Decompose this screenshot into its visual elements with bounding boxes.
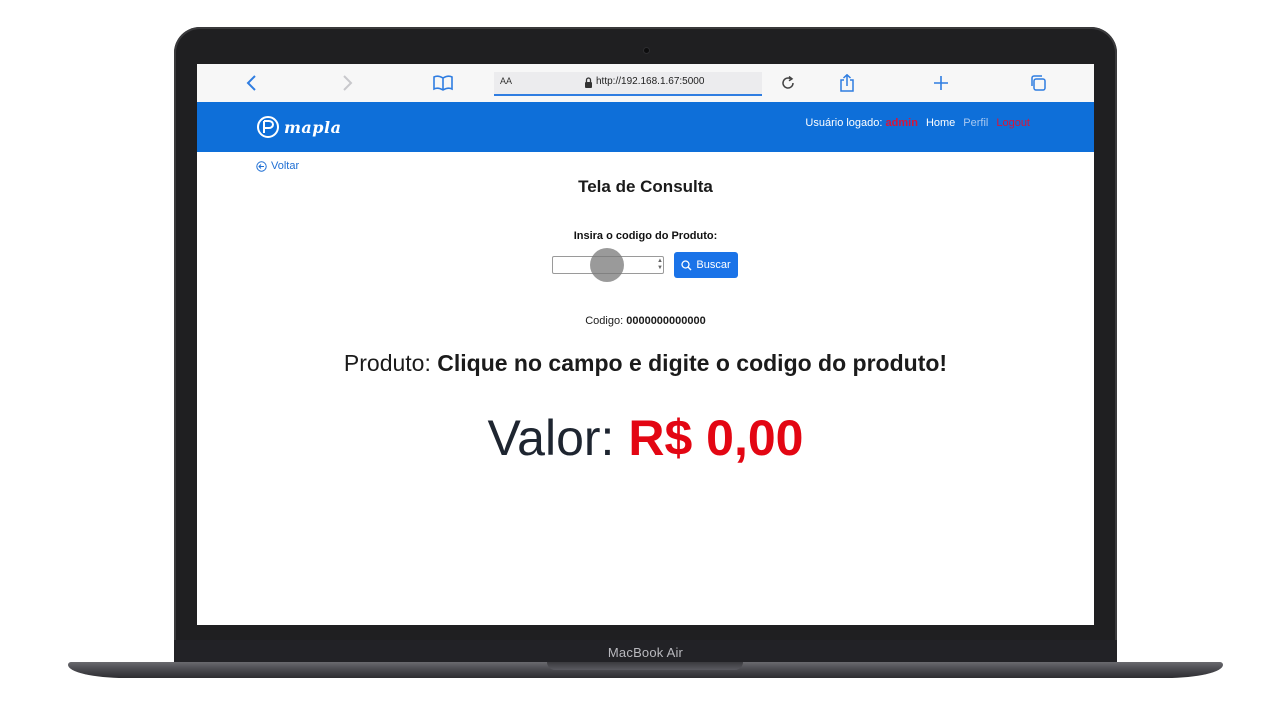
nav-profile-link[interactable]: Perfil (963, 117, 988, 129)
text-size-button[interactable]: AA (500, 76, 512, 86)
share-icon[interactable] (836, 72, 858, 94)
plus-icon[interactable] (930, 72, 952, 94)
search-icon (681, 259, 692, 270)
back-label: Voltar (271, 160, 300, 172)
lock-icon (584, 77, 593, 91)
nav-logout-link[interactable]: Logout (996, 117, 1030, 129)
laptop-hinge-notch (547, 662, 743, 670)
reload-icon[interactable] (777, 72, 799, 94)
price-line: Valor: R$ 0,00 (197, 409, 1094, 467)
arrow-left-circle-icon (256, 160, 267, 172)
brand-logo[interactable]: mapla (256, 114, 348, 140)
code-line: Codigo: 0000000000000 (197, 315, 1094, 327)
nav-home-link[interactable]: Home (926, 117, 955, 129)
logged-user: Usuário logado: admin (805, 117, 918, 129)
logo-text: mapla (284, 117, 342, 137)
site-navbar: mapla Usuário logado: admin Home Perfil … (197, 102, 1094, 152)
back-link[interactable]: Voltar (256, 160, 299, 172)
browser-toolbar: AA http://192.168.1.67:5000 (197, 64, 1094, 103)
webcam (644, 48, 649, 53)
search-button-label: Buscar (696, 259, 731, 271)
tabs-icon[interactable] (1027, 72, 1049, 94)
laptop-bottom-bezel: MacBook Air (174, 640, 1117, 664)
logo-emblem-icon (257, 116, 279, 138)
user-name: admin (885, 117, 918, 129)
book-icon[interactable] (432, 72, 454, 94)
screen: AA http://192.168.1.67:5000 mapla Usuári… (197, 64, 1094, 625)
search-button[interactable]: Buscar (674, 252, 738, 278)
user-label: Usuário logado: (805, 117, 883, 129)
chevron-right-icon[interactable] (336, 72, 358, 94)
touch-indicator (590, 248, 624, 282)
chevron-left-icon[interactable] (241, 72, 263, 94)
product-value: Clique no campo e digite o codigo do pro… (437, 350, 948, 376)
address-bar[interactable]: AA http://192.168.1.67:5000 (494, 72, 762, 96)
number-stepper[interactable]: ▲ ▼ (656, 258, 664, 272)
product-line: Produto: Clique no campo e digite o codi… (197, 350, 1094, 377)
product-label: Produto: (343, 350, 431, 376)
product-code-label: Insira o codigo do Produto: (573, 230, 718, 242)
device-label: MacBook Air (607, 644, 684, 660)
nav-menu: Usuário logado: admin Home Perfil Logout (805, 117, 1030, 129)
code-value: 0000000000000 (626, 315, 706, 327)
page-title: Tela de Consulta (578, 177, 713, 196)
price-value: R$ 0,00 (628, 410, 804, 466)
code-label: Codigo: (585, 315, 624, 327)
url-text: http://192.168.1.67:5000 (596, 76, 705, 87)
price-label: Valor: (487, 410, 615, 466)
